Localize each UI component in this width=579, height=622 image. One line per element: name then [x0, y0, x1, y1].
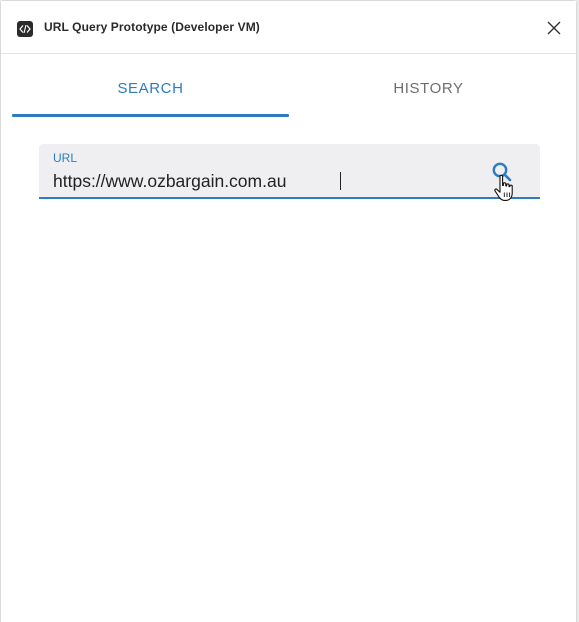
search-icon: [492, 162, 512, 182]
tab-history[interactable]: HISTORY: [290, 53, 567, 117]
title-bar: URL Query Prototype (Developer VM): [1, 1, 576, 54]
tab-bar: SEARCH HISTORY: [12, 53, 567, 117]
active-tab-indicator: [12, 114, 289, 117]
close-icon: [547, 21, 561, 35]
code-icon: [17, 21, 33, 37]
url-field[interactable]: URL: [39, 144, 540, 199]
tab-search[interactable]: SEARCH: [12, 53, 289, 117]
app-window: URL Query Prototype (Developer VM) SEARC…: [0, 0, 577, 622]
window-title: URL Query Prototype (Developer VM): [44, 20, 260, 34]
search-button[interactable]: [489, 160, 515, 186]
close-button[interactable]: [544, 18, 564, 38]
text-caret: [340, 172, 341, 190]
url-input[interactable]: [53, 169, 473, 193]
url-field-label: URL: [53, 151, 78, 165]
